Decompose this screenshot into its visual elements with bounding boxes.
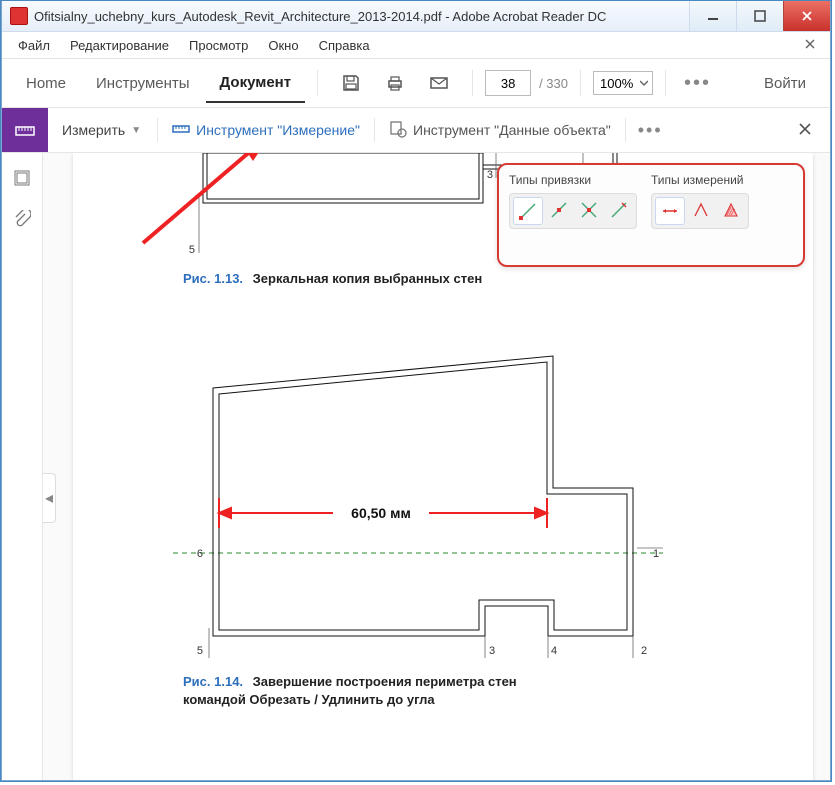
snap-types-palette[interactable]: Типы привязки Типы измерений (497, 163, 805, 267)
separator (157, 118, 158, 142)
tool-measure-label: Инструмент "Измерение" (196, 122, 360, 138)
app-icon (10, 7, 28, 25)
menu-help[interactable]: Справка (309, 36, 380, 55)
menu-view[interactable]: Просмотр (179, 36, 258, 55)
window-title: Ofitsialny_uchebny_kurs_Autodesk_Revit_A… (34, 9, 689, 24)
menu-bar: Файл Редактирование Просмотр Окно Справк… (2, 32, 830, 59)
tab-document[interactable]: Документ (206, 64, 306, 103)
thumbnails-icon[interactable] (13, 169, 31, 192)
separator (317, 70, 318, 96)
red-pointer-arrow-icon (133, 153, 283, 258)
tab-tools[interactable]: Инструменты (82, 65, 204, 102)
save-icon[interactable] (340, 72, 362, 94)
snap-midpoint-icon[interactable] (545, 197, 573, 223)
snap-endpoint-icon[interactable] (513, 197, 543, 225)
fig-number: Рис. 1.14. (183, 674, 243, 689)
snap-types-title: Типы привязки (509, 173, 637, 187)
main-toolbar: Home Инструменты Документ / 330 100% •••… (2, 59, 830, 108)
tool-object-label: Инструмент "Данные объекта" (413, 122, 611, 138)
collapse-handle-icon[interactable]: ◂ (43, 473, 56, 523)
svg-text:4: 4 (551, 645, 557, 657)
print-icon[interactable] (384, 72, 406, 94)
pdf-page: 5 3 2 Рис. 1.13. Зеркальная копия выбран… (73, 153, 813, 780)
measure-perimeter-icon[interactable] (687, 197, 715, 223)
fig-text: Зеркальная копия выбранных стен (253, 271, 483, 286)
tool-measure[interactable]: Инструмент "Измерение" (164, 116, 368, 145)
close-button[interactable] (783, 1, 830, 31)
measure-types-title: Типы измерений (651, 173, 749, 187)
svg-text:3: 3 (487, 169, 493, 181)
measure-toolbar: Измерить ▼ Инструмент "Измерение" Инстру… (2, 108, 830, 153)
email-icon[interactable] (428, 72, 450, 94)
figure-1-14-caption: Рис. 1.14. Завершение построения перимет… (183, 673, 583, 708)
snap-intersection-icon[interactable] (575, 197, 603, 223)
ruler-icon (172, 120, 190, 141)
more-menu-icon[interactable]: ••• (678, 72, 717, 95)
measure-close-icon[interactable] (780, 122, 830, 139)
separator (374, 118, 375, 142)
svg-text:60,50 мм: 60,50 мм (351, 505, 411, 521)
left-nav-strip (2, 153, 43, 780)
separator (625, 118, 626, 142)
minimize-button[interactable] (689, 1, 736, 31)
content-area: ◂ 5 3 (2, 153, 830, 780)
login-button[interactable]: Войти (750, 65, 820, 102)
separator (665, 70, 666, 96)
menu-close-icon[interactable] (796, 36, 824, 55)
measure-label: Измерить (48, 122, 131, 138)
separator (472, 70, 473, 96)
measure-more-icon[interactable]: ••• (632, 120, 669, 141)
menu-edit[interactable]: Редактирование (60, 36, 179, 55)
separator (580, 70, 581, 96)
tool-object-data[interactable]: Инструмент "Данные объекта" (381, 116, 619, 145)
fig-number: Рис. 1.13. (183, 271, 243, 286)
maximize-button[interactable] (736, 1, 783, 31)
svg-text:1: 1 (653, 548, 659, 560)
svg-text:3: 3 (489, 645, 495, 657)
measure-area-icon[interactable] (717, 197, 745, 223)
measure-distance-icon[interactable] (655, 197, 685, 225)
measure-tile-icon[interactable] (2, 108, 48, 152)
figure-1-14-drawing: 60,50 мм 6 5 1 3 2 4 (173, 348, 673, 658)
page-total: / 330 (539, 76, 568, 91)
zoom-select[interactable]: 100% (593, 71, 653, 95)
menu-window[interactable]: Окно (258, 36, 308, 55)
tab-home[interactable]: Home (12, 65, 80, 102)
measure-dropdown-icon[interactable]: ▼ (131, 125, 141, 136)
window-controls (689, 1, 830, 31)
snap-perpendicular-icon[interactable] (605, 197, 633, 223)
title-bar: Ofitsialny_uchebny_kurs_Autodesk_Revit_A… (2, 1, 830, 32)
page-number-input[interactable] (485, 70, 531, 96)
figure-1-13-caption: Рис. 1.13. Зеркальная копия выбранных ст… (183, 271, 482, 286)
svg-text:5: 5 (197, 645, 203, 657)
menu-file[interactable]: Файл (8, 36, 60, 55)
app-window: Ofitsialny_uchebny_kurs_Autodesk_Revit_A… (1, 1, 831, 781)
object-data-icon (389, 120, 407, 141)
attachments-icon[interactable] (13, 210, 31, 233)
svg-text:6: 6 (197, 548, 203, 560)
document-viewport[interactable]: ◂ 5 3 (43, 153, 830, 780)
svg-text:2: 2 (641, 645, 647, 657)
